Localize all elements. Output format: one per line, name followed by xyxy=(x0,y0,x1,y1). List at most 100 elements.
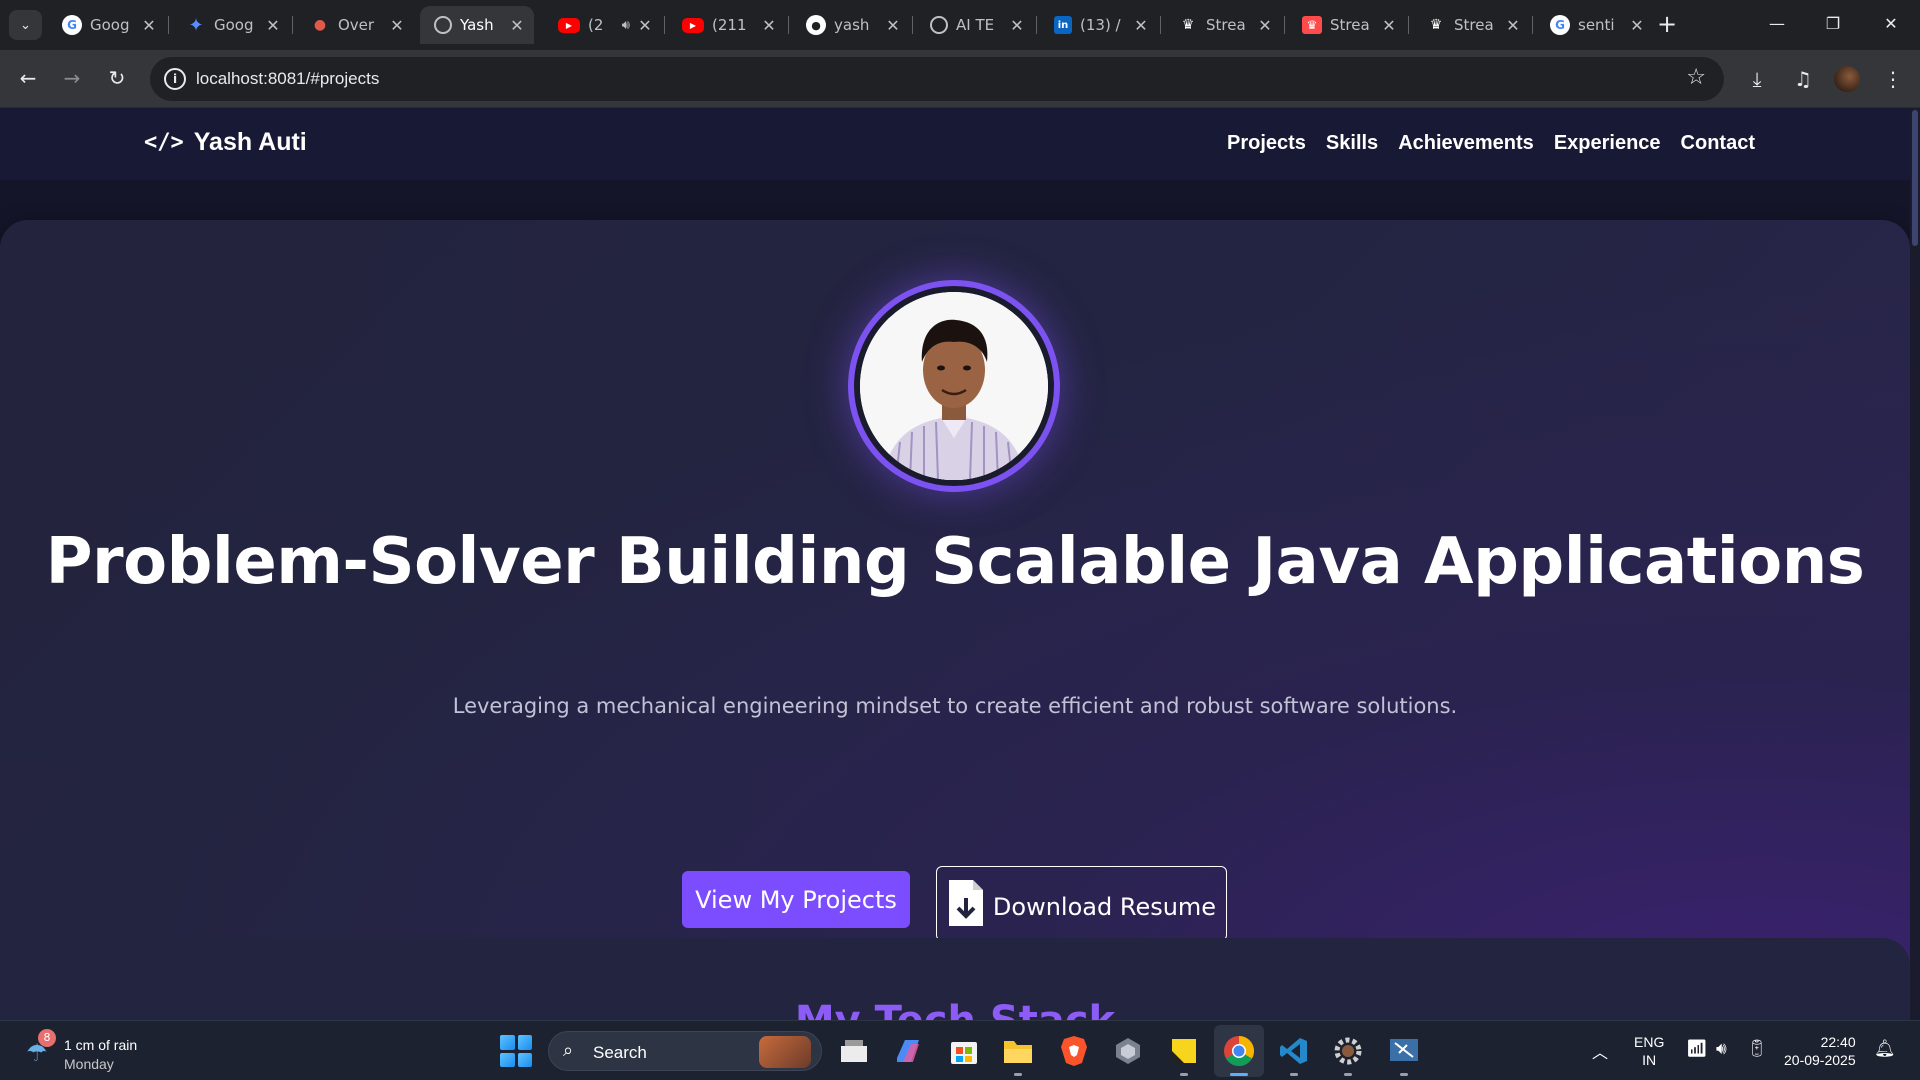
close-tab-icon[interactable]: ✕ xyxy=(1258,16,1272,35)
vscode-icon[interactable] xyxy=(1276,1033,1312,1069)
reload-button[interactable]: ↻ xyxy=(101,62,133,94)
octopus-icon: ● xyxy=(313,17,327,33)
brave-icon[interactable] xyxy=(1056,1033,1092,1069)
show-hidden-icons-chevron[interactable]: ︿ xyxy=(1592,1039,1608,1063)
tab-streamlit-2[interactable]: ♛ Strea ✕ xyxy=(1288,6,1406,44)
bookmark-star-icon[interactable]: ☆ xyxy=(1686,65,1706,90)
ms-store-icon[interactable] xyxy=(946,1033,982,1069)
tab-title: (2 xyxy=(588,16,604,34)
forward-button[interactable]: → xyxy=(56,62,88,94)
close-tab-icon[interactable]: ✕ xyxy=(266,16,280,35)
close-tab-icon[interactable]: ✕ xyxy=(1010,16,1024,35)
taskbar: ☂ 8 1 cm of rain Monday ⌕ Search ︿ ENG I… xyxy=(0,1020,1920,1080)
new-tab-button[interactable]: + xyxy=(1652,10,1682,40)
google-icon: G xyxy=(62,15,82,35)
nav-links: Projects Skills Achievements Experience … xyxy=(1227,132,1755,155)
streamlit-icon: ♛ xyxy=(1429,17,1443,33)
battery-icon[interactable]: 🔋︎ xyxy=(1746,1039,1768,1059)
page-viewport: </> Yash Auti Projects Skills Achievemen… xyxy=(0,108,1920,1020)
file-explorer-icon[interactable] xyxy=(1000,1033,1036,1069)
tab-ai[interactable]: AI TE ✕ xyxy=(916,6,1034,44)
tab-title: Strea xyxy=(1454,16,1494,34)
site-info-icon[interactable]: i xyxy=(164,68,186,90)
nav-skills[interactable]: Skills xyxy=(1326,132,1378,155)
site-brand[interactable]: </> Yash Auti xyxy=(144,128,307,157)
speaker-icon[interactable]: 🔊︎ xyxy=(622,18,630,33)
system-clock[interactable]: 22:40 20-09-2025 xyxy=(1784,1033,1856,1069)
tab-google-1[interactable]: G Goog ✕ xyxy=(48,6,166,44)
weather-day: Monday xyxy=(64,1056,114,1072)
tech-stack-section: My Tech Stack xyxy=(0,938,1910,1020)
downloads-icon[interactable]: ⤓ xyxy=(1742,64,1772,94)
download-resume-button[interactable]: Download Resume xyxy=(936,866,1227,941)
running-indicator xyxy=(1180,1073,1188,1076)
tab-title: Over xyxy=(338,16,375,34)
tab-github[interactable]: ● yash ✕ xyxy=(792,6,910,44)
notification-bell-icon[interactable]: 🔔︎ xyxy=(1874,1039,1896,1059)
scrollbar-thumb[interactable] xyxy=(1912,110,1918,246)
close-tab-icon[interactable]: ✕ xyxy=(1134,16,1148,35)
close-tab-icon[interactable]: ✕ xyxy=(1382,16,1396,35)
youtube-icon: ▶ xyxy=(682,17,704,33)
taskbar-search[interactable]: ⌕ Search xyxy=(548,1031,822,1071)
nav-contact[interactable]: Contact xyxy=(1681,132,1755,155)
clock-date: 20-09-2025 xyxy=(1784,1052,1856,1068)
tab-youtube-2[interactable]: ▶ (211 ✕ xyxy=(668,6,786,44)
hexagon-app-icon[interactable] xyxy=(1110,1033,1146,1069)
tab-title: Strea xyxy=(1206,16,1246,34)
wifi-icon[interactable]: 📶︎ xyxy=(1686,1039,1708,1059)
close-window-button[interactable]: ✕ xyxy=(1868,8,1914,40)
nav-experience[interactable]: Experience xyxy=(1554,132,1661,155)
tab-yash-active[interactable]: Yash ✕ xyxy=(420,6,534,44)
tab-title: senti xyxy=(1578,16,1615,34)
page-scrollbar[interactable] xyxy=(1910,108,1920,1020)
address-bar[interactable]: i localhost:8081/#projects ☆ xyxy=(150,57,1724,101)
weather-widget[interactable]: ☂ 8 1 cm of rain Monday xyxy=(22,1029,192,1073)
back-button[interactable]: ← xyxy=(12,62,44,94)
close-tab-icon[interactable]: ✕ xyxy=(886,16,900,35)
close-tab-icon[interactable]: ✕ xyxy=(1630,16,1644,35)
close-tab-icon[interactable]: ✕ xyxy=(390,16,404,35)
close-tab-icon[interactable]: ✕ xyxy=(142,16,156,35)
tab-linkedin[interactable]: in (13) / ✕ xyxy=(1040,6,1158,44)
running-indicator xyxy=(1400,1073,1408,1076)
weather-badge: 8 xyxy=(38,1029,56,1047)
profile-avatar[interactable] xyxy=(1834,66,1860,92)
streamlit-icon: ♛ xyxy=(1181,17,1195,33)
task-view-icon[interactable] xyxy=(836,1033,872,1069)
sticky-notes-icon[interactable] xyxy=(1166,1033,1202,1069)
settings-gear-app-icon[interactable] xyxy=(1330,1033,1366,1069)
close-tab-icon[interactable]: ✕ xyxy=(638,16,652,35)
tab-overview[interactable]: ● Over ✕ xyxy=(296,6,414,44)
tab-title: (13) / xyxy=(1080,16,1121,34)
chrome-icon[interactable] xyxy=(1221,1033,1257,1069)
view-projects-button[interactable]: View My Projects xyxy=(682,871,910,928)
minimize-button[interactable]: — xyxy=(1754,8,1800,40)
tab-youtube-1[interactable]: ▶ (2 🔊︎ ✕ xyxy=(544,6,662,44)
nav-achievements[interactable]: Achievements xyxy=(1398,132,1534,155)
remote-desktop-icon[interactable] xyxy=(1386,1033,1422,1069)
restore-button[interactable]: ❐ xyxy=(1810,8,1856,40)
close-tab-icon[interactable]: ✕ xyxy=(1506,16,1520,35)
download-resume-label: Download Resume xyxy=(992,892,1217,921)
tab-streamlit-1[interactable]: ♛ Strea ✕ xyxy=(1164,6,1282,44)
media-controls-icon[interactable]: ♫ xyxy=(1788,64,1818,94)
volume-icon[interactable]: 🔊︎ xyxy=(1716,1039,1727,1059)
input-language[interactable]: ENG IN xyxy=(1634,1033,1664,1069)
url-text[interactable]: localhost:8081/#projects xyxy=(196,69,379,89)
tab-google-2[interactable]: G senti ✕ xyxy=(1536,6,1654,44)
nav-projects[interactable]: Projects xyxy=(1227,132,1306,155)
menu-kebab-icon[interactable]: ⋮ xyxy=(1878,64,1908,94)
tab-search-button[interactable]: ⌄ xyxy=(9,10,42,40)
running-indicator xyxy=(1014,1073,1022,1076)
github-icon: ● xyxy=(806,15,826,35)
tab-title: AI TE xyxy=(956,16,995,34)
close-tab-icon[interactable]: ✕ xyxy=(510,16,524,35)
close-tab-icon[interactable]: ✕ xyxy=(762,16,776,35)
copilot-icon[interactable] xyxy=(890,1033,926,1069)
start-button[interactable] xyxy=(500,1035,532,1067)
running-indicator xyxy=(1290,1073,1298,1076)
tech-stack-title: My Tech Stack xyxy=(0,998,1910,1020)
tab-gemini[interactable]: ✦ Goog ✕ xyxy=(172,6,290,44)
tab-streamlit-3[interactable]: ♛ Strea ✕ xyxy=(1412,6,1530,44)
